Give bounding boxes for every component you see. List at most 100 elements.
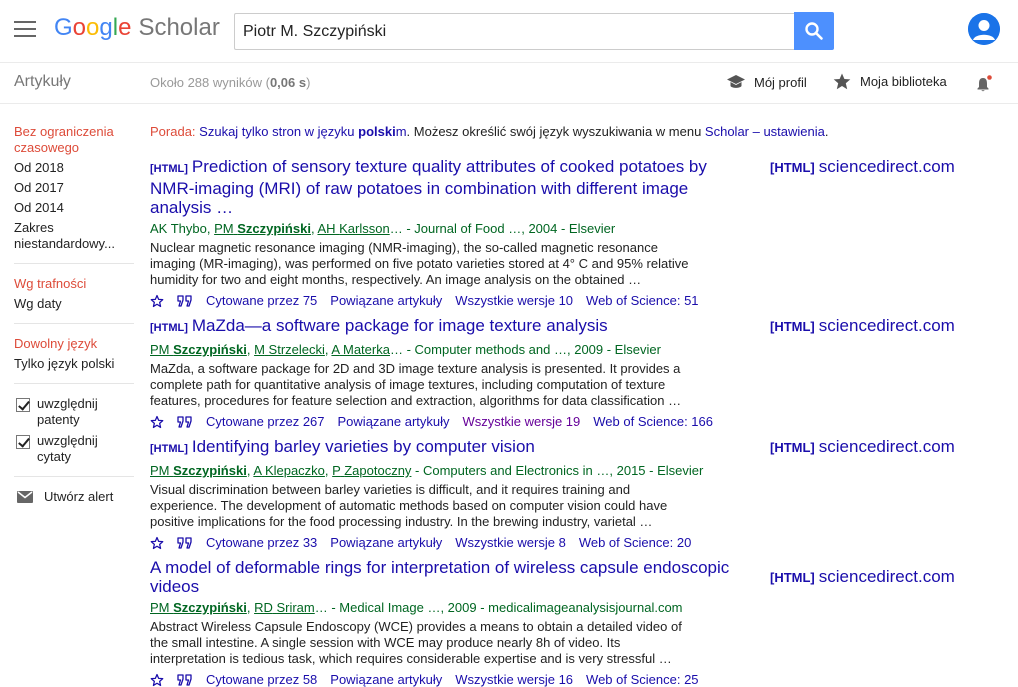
sidebar-time-custom[interactable]: Zakres niestandardowy... <box>14 220 134 252</box>
search-result: [HTML] Prediction of sensory texture qual… <box>150 157 730 309</box>
author-initials: RD <box>254 600 273 615</box>
result-source: … - Journal of Food …, 2004 - Elsevier <box>389 221 616 236</box>
author-link[interactable]: PM Szczypiński <box>150 600 247 615</box>
fulltext-link[interactable]: [HTML] sciencedirect.com <box>770 567 955 587</box>
author-link[interactable]: PM Szczypiński <box>150 342 247 357</box>
my-profile-link[interactable]: Mój profil <box>726 73 807 91</box>
include-patents-checkbox[interactable]: uwzględnij patenty <box>14 396 134 428</box>
author-surname: Szczypiński <box>173 342 247 357</box>
result-source: - Computers and Electronics in …, 2015 -… <box>411 463 704 478</box>
related-articles-link[interactable]: Powiązane artykuły <box>338 414 450 430</box>
all-versions-link[interactable]: Wszystkie wersje 19 <box>463 414 581 430</box>
author-link[interactable]: P Zapotoczny <box>332 463 411 478</box>
cited-by-link[interactable]: Cytowane przez 58 <box>206 672 317 687</box>
envelope-icon <box>17 490 33 503</box>
cited-by-link[interactable]: Cytowane przez 267 <box>206 414 325 430</box>
include-citations-checkbox[interactable]: uwzględnij cytaty <box>14 433 134 465</box>
search-polish-only-link[interactable]: Szukaj tylko stron w języku polskim <box>199 124 406 139</box>
cited-by-link[interactable]: Cytowane przez 75 <box>206 293 317 309</box>
search-button[interactable] <box>794 12 834 50</box>
all-versions-link[interactable]: Wszystkie wersje 16 <box>455 672 573 687</box>
author-link[interactable]: PM Szczypiński <box>214 221 311 236</box>
star-outline-icon <box>150 536 164 550</box>
author-link[interactable]: A Materka <box>331 342 390 357</box>
checkbox-checked-icon <box>16 435 30 449</box>
sidebar-time-2018[interactable]: Od 2018 <box>14 160 134 176</box>
fulltext-link[interactable]: [HTML] sciencedirect.com <box>770 437 955 457</box>
result-title-link[interactable]: [HTML] Prediction of sensory texture qual… <box>150 157 730 217</box>
save-button[interactable] <box>150 294 164 308</box>
author-surname: Zapotoczny <box>344 463 412 478</box>
header: Google Scholar <box>0 0 1018 62</box>
sidebar-sort-date[interactable]: Wg daty <box>14 296 134 312</box>
result-format-tag: [HTML] <box>150 322 188 334</box>
author-surname: Klepaczko <box>264 463 325 478</box>
author-link[interactable]: A Klepaczko <box>253 463 325 478</box>
web-of-science-link[interactable]: Web of Science: 166 <box>593 414 713 430</box>
sidebar-divider <box>14 383 134 384</box>
account-avatar[interactable] <box>968 13 1000 45</box>
result-title: Identifying barley varieties by computer… <box>191 437 535 456</box>
result-title-link[interactable]: A model of deformable rings for interpre… <box>150 558 730 596</box>
my-library-link[interactable]: Moja biblioteka <box>833 73 947 90</box>
web-of-science-link[interactable]: Web of Science: 51 <box>586 293 699 309</box>
all-versions-link[interactable]: Wszystkie wersje 10 <box>455 293 573 309</box>
author-surname: Strzelecki <box>268 342 325 357</box>
sidebar-lang-any[interactable]: Dowolny język <box>14 336 134 352</box>
author-separator: , <box>246 600 255 615</box>
save-button[interactable] <box>150 536 164 550</box>
result-title-link[interactable]: [HTML] MaZda—a software package for image… <box>150 316 730 338</box>
cite-button[interactable] <box>177 295 193 307</box>
tip-text: . Możesz określić swój język wyszukiwani… <box>406 124 705 139</box>
fulltext-link[interactable]: [HTML] sciencedirect.com <box>770 157 955 177</box>
notifications-button[interactable] <box>975 75 993 98</box>
menu-icon[interactable] <box>14 21 36 37</box>
language-tip: Porada: Szukaj tylko stron w języku pols… <box>150 124 829 139</box>
sidebar-sort-relevance[interactable]: Wg trafności <box>14 276 134 292</box>
save-button[interactable] <box>150 673 164 687</box>
fulltext-format-tag: [HTML] <box>770 319 815 334</box>
author-link[interactable]: RD Sriram <box>254 600 315 615</box>
author-link[interactable]: PM Szczypiński <box>150 463 247 478</box>
result-actions: Cytowane przez 33 Powiązane artykuły Wszys… <box>150 535 730 551</box>
web-of-science-link[interactable]: Web of Science: 25 <box>586 672 699 687</box>
scholar-settings-link[interactable]: Scholar – ustawienia <box>705 124 825 139</box>
related-articles-link[interactable]: Powiązane artykuły <box>330 535 442 551</box>
fulltext-format-tag: [HTML] <box>770 570 815 585</box>
include-citations-label: uwzględnij cytaty <box>37 433 98 464</box>
cited-by-link[interactable]: Cytowane przez 33 <box>206 535 317 551</box>
web-of-science-link[interactable]: Web of Science: 20 <box>579 535 692 551</box>
search-result: A model of deformable rings for interpre… <box>150 558 730 687</box>
related-articles-link[interactable]: Powiązane artykuły <box>330 672 442 687</box>
logo-letter: G <box>54 14 73 41</box>
tip-link-bold: polski <box>358 124 396 139</box>
result-title-link[interactable]: [HTML] Identifying barley varieties by co… <box>150 437 730 459</box>
all-versions-link[interactable]: Wszystkie wersje 8 <box>455 535 566 551</box>
create-alert-button[interactable]: Utwórz alert <box>14 489 134 504</box>
result-authors: PM Szczypiński, M Strzelecki, A Materka…… <box>150 342 730 358</box>
my-library-label: Moja biblioteka <box>860 74 947 89</box>
fulltext-format-tag: [HTML] <box>770 440 815 455</box>
star-outline-icon <box>150 415 164 429</box>
cite-button[interactable] <box>177 416 193 428</box>
save-button[interactable] <box>150 415 164 429</box>
cite-button[interactable] <box>177 674 193 686</box>
author-surname: Szczypiński <box>173 600 247 615</box>
sidebar-divider <box>14 323 134 324</box>
google-scholar-logo[interactable]: Google Scholar <box>54 13 220 43</box>
include-patents-label: uwzględnij patenty <box>37 396 98 427</box>
author-initials: A <box>253 463 262 478</box>
related-articles-link[interactable]: Powiązane artykuły <box>330 293 442 309</box>
fulltext-link[interactable]: [HTML] sciencedirect.com <box>770 316 955 336</box>
sidebar-lang-polish[interactable]: Tylko język polski <box>14 356 134 372</box>
cite-quote-icon <box>177 295 192 307</box>
sidebar-time-2014[interactable]: Od 2014 <box>14 200 134 216</box>
author-link[interactable]: AH Karlsson <box>317 221 389 236</box>
cite-button[interactable] <box>177 537 193 549</box>
sidebar-time-any[interactable]: Bez ograniczenia czasowego <box>14 124 134 156</box>
results-time: 0,06 s <box>269 75 307 90</box>
sidebar-time-2017[interactable]: Od 2017 <box>14 180 134 196</box>
result-format-tag: [HTML] <box>150 443 188 455</box>
search-input[interactable] <box>235 14 795 49</box>
author-link[interactable]: M Strzelecki <box>254 342 325 357</box>
